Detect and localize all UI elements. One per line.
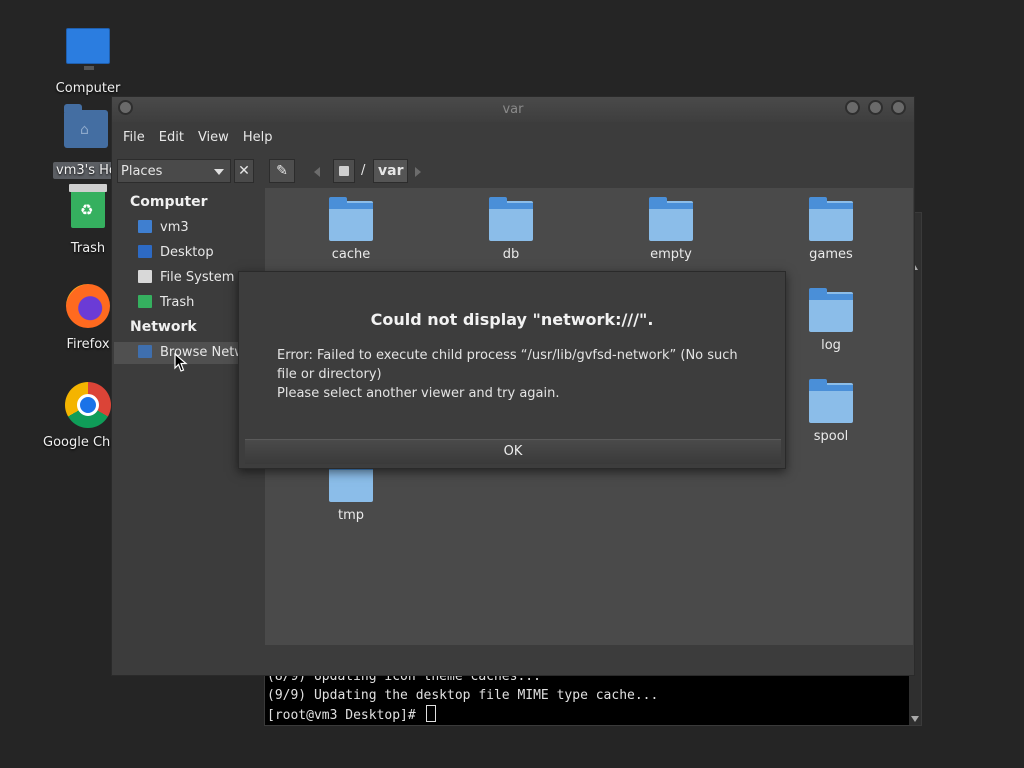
home-icon bbox=[138, 220, 152, 233]
scroll-down-icon[interactable] bbox=[911, 716, 919, 722]
desktop-icon bbox=[138, 245, 152, 258]
drive-icon bbox=[138, 270, 152, 283]
breadcrumb-back-icon[interactable] bbox=[314, 167, 320, 177]
desktop-icon-computer[interactable]: Computer bbox=[40, 26, 136, 97]
menu-help[interactable]: Help bbox=[236, 130, 280, 145]
window-title: var bbox=[502, 102, 524, 117]
chevron-down-icon bbox=[214, 169, 224, 175]
trash-icon bbox=[138, 295, 152, 308]
edit-icon: ✎ bbox=[276, 163, 288, 179]
folder-label: empty bbox=[650, 247, 692, 262]
ok-button[interactable]: OK bbox=[245, 439, 781, 464]
breadcrumb-separator: / bbox=[361, 163, 366, 178]
folder-label: db bbox=[502, 247, 520, 262]
close-icon: ✕ bbox=[238, 163, 250, 179]
dialog-message: Error: Failed to execute child process “… bbox=[277, 346, 757, 403]
folder-label: spool bbox=[813, 429, 849, 444]
dialog-title: Could not display "network:///". bbox=[370, 310, 654, 329]
menu-bar: File Edit View Help bbox=[112, 122, 914, 152]
sidebar-mode-select[interactable]: Places bbox=[117, 159, 231, 183]
sidebar-item-label: vm3 bbox=[160, 220, 189, 235]
toggle-location-entry-button[interactable]: ✎ bbox=[269, 159, 295, 183]
folder-label: log bbox=[821, 338, 841, 353]
sidebar-item-trash[interactable]: Trash bbox=[138, 292, 194, 314]
sidebar-item-vm3[interactable]: vm3 bbox=[138, 217, 189, 239]
error-dialog: Could not display "network:///". Error: … bbox=[238, 271, 786, 469]
folder-icon bbox=[809, 288, 853, 332]
toolbar: Places ✕ ✎ / var bbox=[112, 154, 914, 188]
folder-item[interactable]: tmp bbox=[306, 458, 396, 523]
menu-file[interactable]: File bbox=[116, 130, 152, 145]
sidebar-heading-network: Network bbox=[130, 319, 197, 335]
sidebar-item-desktop[interactable]: Desktop bbox=[138, 242, 214, 264]
folder-item[interactable]: games bbox=[786, 197, 876, 262]
status-bar bbox=[265, 645, 913, 674]
sidebar-heading-computer: Computer bbox=[130, 194, 208, 210]
folder-item[interactable]: cache bbox=[306, 197, 396, 262]
folder-icon bbox=[489, 197, 533, 241]
trash-icon: ♻ bbox=[64, 184, 112, 236]
folder-icon bbox=[649, 197, 693, 241]
folder-label: cache bbox=[331, 247, 371, 262]
folder-item[interactable]: db bbox=[466, 197, 556, 262]
terminal-line: (9/9) Updating the desktop file MIME typ… bbox=[267, 688, 659, 703]
computer-icon bbox=[64, 28, 112, 76]
folder-item[interactable]: empty bbox=[626, 197, 716, 262]
dialog-hint-text: Please select another viewer and try aga… bbox=[277, 386, 560, 401]
menu-view[interactable]: View bbox=[191, 130, 236, 145]
breadcrumb-root[interactable] bbox=[333, 159, 355, 183]
maximize-button[interactable] bbox=[868, 100, 883, 115]
desktop-icon-label: Firefox bbox=[66, 337, 110, 352]
terminal-prompt: [root@vm3 Desktop]# bbox=[267, 708, 424, 723]
sidebar-item-label: File System bbox=[160, 270, 235, 285]
desktop-icon-label: Computer bbox=[55, 81, 121, 96]
folder-icon bbox=[809, 379, 853, 423]
folder-item[interactable]: spool bbox=[786, 379, 876, 444]
close-sidebar-button[interactable]: ✕ bbox=[234, 159, 254, 183]
folder-icon bbox=[329, 197, 373, 241]
breadcrumb-current[interactable]: var bbox=[373, 159, 409, 183]
chrome-icon bbox=[64, 382, 112, 430]
sidebar-item-file-system[interactable]: File System bbox=[138, 267, 234, 289]
menu-edit[interactable]: Edit bbox=[152, 130, 191, 145]
sidebar-item-label: Desktop bbox=[160, 245, 214, 260]
firefox-icon bbox=[64, 284, 112, 332]
folder-label: games bbox=[809, 247, 853, 262]
sidebar-item-label: Trash bbox=[160, 295, 195, 310]
window-titlebar[interactable]: var bbox=[112, 97, 914, 122]
breadcrumb-forward-icon[interactable] bbox=[415, 167, 421, 177]
folder-label: tmp bbox=[337, 508, 364, 523]
sidebar-mode-value: Places bbox=[121, 164, 163, 179]
folder-item[interactable]: log bbox=[786, 288, 876, 353]
minimize-button[interactable] bbox=[845, 100, 860, 115]
terminal-cursor bbox=[425, 705, 436, 722]
network-icon bbox=[138, 345, 152, 358]
folder-icon bbox=[809, 197, 853, 241]
close-button[interactable] bbox=[891, 100, 906, 115]
desktop-icon-label: Trash bbox=[70, 241, 106, 256]
dialog-error-text: Error: Failed to execute child process “… bbox=[277, 348, 738, 382]
home-folder-icon: ⌂ bbox=[64, 104, 112, 158]
